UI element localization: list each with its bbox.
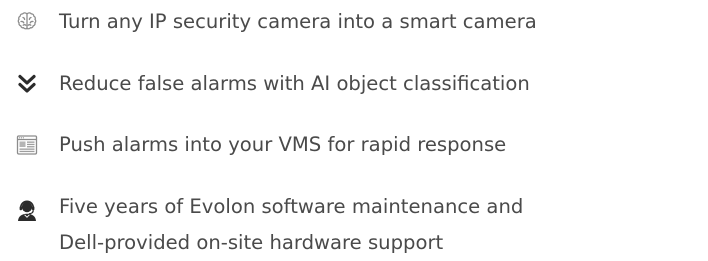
feature-text: Five years of Evolon software maintenanc… [59, 189, 523, 261]
feature-text: Reduce false alarms with AI object class… [59, 66, 530, 102]
feature-line: Dell-provided on-site hardware support [59, 231, 444, 254]
brain-icon [15, 10, 39, 34]
double-chevron-down-icon [15, 72, 39, 96]
vms-dashboard-icon [15, 133, 39, 157]
feature-text: Push alarms into your VMS for rapid resp… [59, 127, 506, 163]
feature-item-false-alarms: Reduce false alarms with AI object class… [0, 66, 708, 102]
support-agent-icon [15, 198, 39, 222]
feature-line: Reduce false alarms with AI object class… [59, 72, 530, 95]
feature-line: Five years of Evolon software maintenanc… [59, 195, 524, 218]
feature-item-smart-camera: Turn any IP security camera into a smart… [0, 4, 708, 40]
feature-item-support: Five years of Evolon software maintenanc… [0, 189, 708, 261]
feature-item-vms-alarms: Push alarms into your VMS for rapid resp… [0, 127, 708, 163]
feature-text: Turn any IP security camera into a smart… [59, 4, 537, 40]
feature-line: Turn any IP security camera into a smart… [59, 10, 537, 33]
feature-line: Push alarms into your VMS for rapid resp… [59, 133, 507, 156]
